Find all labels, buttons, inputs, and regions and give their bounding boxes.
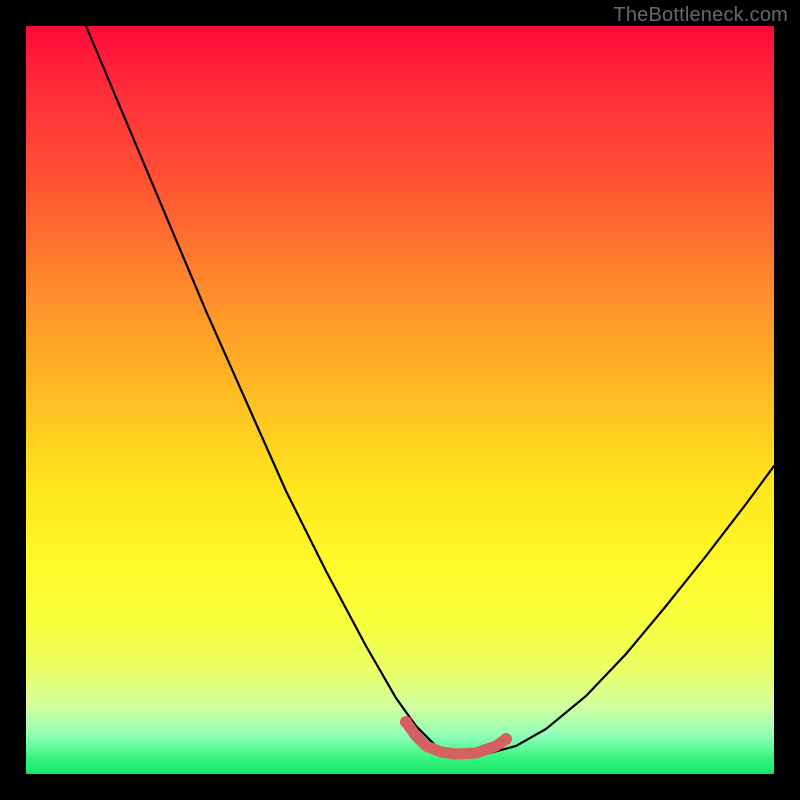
trough-highlight — [400, 716, 512, 754]
chart-frame: TheBottleneck.com — [0, 0, 800, 800]
chart-svg — [26, 26, 774, 774]
watermark-text: TheBottleneck.com — [613, 4, 788, 27]
curve-line — [86, 26, 774, 754]
plot-area — [26, 26, 774, 774]
